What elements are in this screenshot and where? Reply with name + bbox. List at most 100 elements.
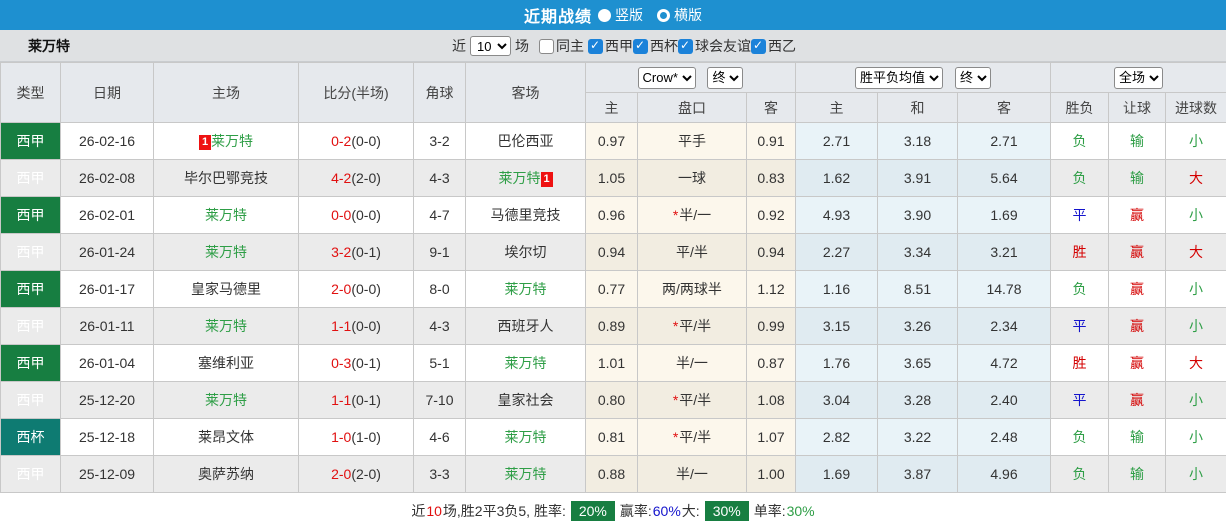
handicap-cell: 半/一 [638, 345, 747, 382]
odds-away-cell: 1.07 [747, 419, 796, 456]
date-cell: 26-02-08 [61, 160, 154, 197]
date-cell: 25-12-18 [61, 419, 154, 456]
fulltime-score: 2-0 [331, 281, 351, 297]
subheader-odds-home: 主 [586, 93, 638, 123]
avg-draw-cell: 3.28 [878, 382, 958, 419]
odds-company-select[interactable]: Crow* [638, 67, 696, 89]
team-label: 莱万特 [505, 466, 547, 482]
avg-draw-cell: 3.87 [878, 456, 958, 493]
team-label: 莱万特 [211, 133, 253, 149]
score-cell: 1-0(1-0) [299, 419, 414, 456]
same-home-checkbox[interactable]: 同主 [539, 36, 584, 56]
fulltime-score: 0-3 [331, 355, 351, 371]
radio-horizontal-layout[interactable]: 横版 [657, 5, 702, 25]
odds-home-cell: 0.89 [586, 308, 638, 345]
handicap-cell: 一球 [638, 160, 747, 197]
avg-away-cell: 14.78 [958, 271, 1051, 308]
home-team-cell: 皇家马德里 [154, 271, 299, 308]
handicap-cell: *半/一 [638, 197, 747, 234]
match-row: 西甲25-12-09奥萨苏纳2-0(2-0)3-3莱万特0.88半/一1.001… [1, 456, 1226, 493]
odds-home-cell: 0.77 [586, 271, 638, 308]
away-team-cell: 莱万特 [466, 345, 586, 382]
avg-away-cell: 2.34 [958, 308, 1051, 345]
team-label: 莱万特 [499, 170, 541, 186]
league-type-cell: 西甲 [1, 197, 61, 234]
scope-select[interactable]: 全场 [1114, 67, 1163, 89]
odds-away-cell: 1.08 [747, 382, 796, 419]
home-team-cell: 莱万特 [154, 197, 299, 234]
red-card-badge: 1 [541, 172, 553, 187]
radio-vertical-layout[interactable]: 竖版 [598, 5, 643, 25]
score-cell: 0-0(0-0) [299, 197, 414, 234]
date-cell: 26-02-01 [61, 197, 154, 234]
halftime-score: (0-1) [351, 392, 381, 408]
odds-away-cell: 1.12 [747, 271, 796, 308]
odds-home-cell: 1.05 [586, 160, 638, 197]
avg-draw-cell: 3.90 [878, 197, 958, 234]
match-count-select[interactable]: 10 [470, 36, 511, 56]
league-type-cell: 西甲 [1, 160, 61, 197]
avg-home-cell: 3.15 [796, 308, 878, 345]
fulltime-score: 0-2 [331, 133, 351, 149]
match-row: 西甲26-02-161莱万特0-2(0-0)3-2巴伦西亚0.97平手0.912… [1, 123, 1226, 160]
radio-vertical-label: 竖版 [615, 5, 643, 25]
avg-odds-select[interactable]: 胜平负均值 [855, 67, 943, 89]
home-team-cell: 奥萨苏纳 [154, 456, 299, 493]
corners-cell: 4-3 [414, 308, 466, 345]
team-name: 莱万特 [28, 36, 70, 56]
halftime-score: (2-0) [351, 466, 381, 482]
match-row: 西甲26-01-11莱万特1-1(0-0)4-3西班牙人0.89*平/半0.99… [1, 308, 1226, 345]
goals-result-cell: 大 [1166, 345, 1226, 382]
halftime-score: (1-0) [351, 429, 381, 445]
handicap-cell: 平手 [638, 123, 747, 160]
result-cell: 胜 [1051, 234, 1109, 271]
odds-home-cell: 0.80 [586, 382, 638, 419]
league-checkbox-球会友谊[interactable]: 球会友谊 [678, 36, 751, 56]
away-team-cell: 莱万特1 [466, 160, 586, 197]
league-checkbox-西甲[interactable]: 西甲 [588, 36, 633, 56]
odds-time-select[interactable]: 终 [707, 67, 743, 89]
handicap-result-cell: 输 [1109, 160, 1166, 197]
league-checkbox-西乙[interactable]: 西乙 [751, 36, 796, 56]
team-label: 莱万特 [205, 244, 247, 260]
away-team-cell: 莱万特 [466, 271, 586, 308]
team-label: 巴伦西亚 [498, 133, 554, 149]
result-cell: 负 [1051, 123, 1109, 160]
col-header-home: 主场 [154, 63, 299, 123]
team-label: 莱万特 [505, 281, 547, 297]
changed-odds-star: * [673, 392, 678, 408]
fulltime-score: 1-0 [331, 429, 351, 445]
radio-horizontal-label: 横版 [674, 5, 702, 25]
date-cell: 26-01-04 [61, 345, 154, 382]
fulltime-score: 4-2 [331, 170, 351, 186]
col-header-type: 类型 [1, 63, 61, 123]
subheader-odds-away: 客 [747, 93, 796, 123]
filter-controls: 近 10 场 同主 西甲西杯球会友谊西乙 [452, 30, 796, 62]
result-cell: 负 [1051, 160, 1109, 197]
away-team-cell: 巴伦西亚 [466, 123, 586, 160]
date-cell: 26-02-16 [61, 123, 154, 160]
team-label: 毕尔巴鄂竞技 [184, 170, 268, 186]
avg-home-cell: 1.16 [796, 271, 878, 308]
handicap-odds-group-header: Crow* 终 [586, 63, 796, 93]
league-type-cell: 西甲 [1, 345, 61, 382]
league-checkbox-西杯[interactable]: 西杯 [633, 36, 678, 56]
odds-away-cell: 0.83 [747, 160, 796, 197]
team-label: 莱昂文体 [198, 429, 254, 445]
home-team-cell: 莱万特 [154, 382, 299, 419]
league-label: 球会友谊 [695, 36, 751, 56]
match-row: 西甲26-01-17皇家马德里2-0(0-0)8-0莱万特0.77两/两球半1.… [1, 271, 1226, 308]
halftime-score: (0-0) [351, 318, 381, 334]
score-cell: 1-1(0-1) [299, 382, 414, 419]
league-label: 西甲 [605, 36, 633, 56]
league-label: 西乙 [768, 36, 796, 56]
corners-cell: 4-6 [414, 419, 466, 456]
avg-time-select[interactable]: 终 [955, 67, 991, 89]
average-odds-group-header: 胜平负均值 终 [796, 63, 1051, 93]
goals-result-cell: 大 [1166, 160, 1226, 197]
goals-result-cell: 小 [1166, 197, 1226, 234]
goals-result-cell: 大 [1166, 234, 1226, 271]
away-team-cell: 埃尔切 [466, 234, 586, 271]
radio-unselected-icon [657, 9, 670, 22]
handicap-result-cell: 赢 [1109, 308, 1166, 345]
